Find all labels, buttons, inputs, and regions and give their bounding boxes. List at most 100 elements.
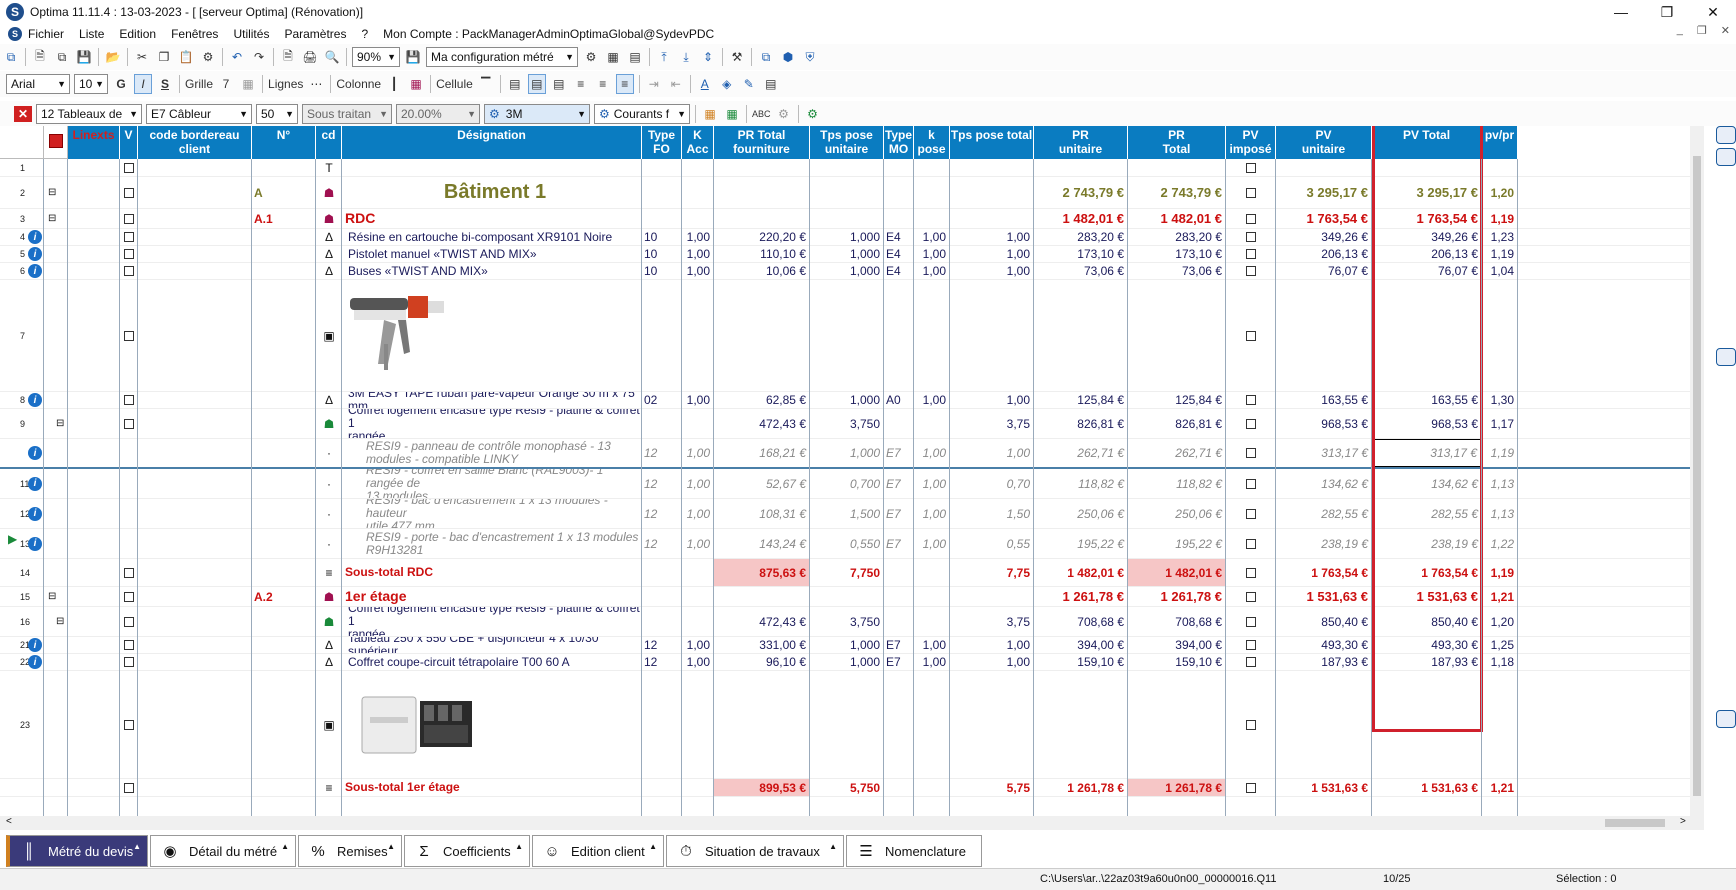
pv-impose-checkbox[interactable] [1226, 409, 1276, 438]
calculator-icon[interactable]: ▦ [723, 104, 741, 124]
gear-disabled-icon[interactable]: ⚙ [775, 104, 793, 124]
menu-fenetres[interactable]: Fenêtres [171, 27, 218, 41]
info-icon[interactable]: i [28, 439, 44, 467]
pv-impose-checkbox[interactable] [1226, 280, 1276, 391]
pv-impose-checkbox[interactable] [1226, 209, 1276, 228]
horizontal-scroll-thumb[interactable] [1605, 819, 1665, 827]
row-checkbox[interactable] [120, 779, 138, 796]
pv-impose-checkbox[interactable] [1226, 159, 1276, 176]
tab-coefficients[interactable]: Σ Coefficients ▲ [404, 835, 530, 867]
pv-impose-checkbox[interactable] [1226, 529, 1276, 558]
pv-impose-checkbox[interactable] [1226, 246, 1276, 262]
mdi-minimize-icon[interactable]: _ [1677, 24, 1683, 37]
pv-impose-checkbox[interactable] [1226, 392, 1276, 408]
header-pr-unitaire[interactable]: PR unitaire [1034, 126, 1128, 159]
save-config-icon[interactable]: 💾 [404, 47, 422, 67]
header-type-mo[interactable]: Type MO [884, 126, 914, 159]
vertical-scroll-thumb[interactable] [1693, 156, 1701, 796]
info-icon[interactable]: i [28, 637, 44, 653]
panel-note-icon[interactable] [1716, 148, 1736, 166]
pv-impose-checkbox[interactable] [1226, 469, 1276, 498]
font-select[interactable]: Arial ▼ [6, 74, 70, 94]
header-type-fo[interactable]: Type FO [642, 126, 682, 159]
metre-grid[interactable]: Linexts V code bordereau client N° cd Dé… [0, 126, 1690, 816]
pv-impose-checkbox[interactable] [1226, 499, 1276, 528]
collapse-icon[interactable]: ⊟ [48, 177, 60, 208]
open-folder-icon[interactable]: 📂 [104, 47, 122, 67]
header-v[interactable]: V [120, 126, 138, 159]
header-pr-total[interactable]: PR Total [1128, 126, 1226, 159]
header-k-acc[interactable]: K Acc [682, 126, 714, 159]
tab-m-tr-du-devis[interactable]: ║ Métré du devis ▲ [6, 835, 148, 867]
row-checkbox[interactable] [120, 209, 138, 228]
copy-doc-icon[interactable]: ⧉ [53, 47, 71, 67]
header-numero[interactable]: N° [252, 126, 316, 159]
font-color-icon[interactable]: A [696, 74, 714, 94]
row-checkbox[interactable] [120, 280, 138, 391]
pv-impose-checkbox[interactable] [1226, 671, 1276, 778]
pv-impose-checkbox[interactable] [1226, 779, 1276, 796]
filter-mo-select[interactable]: E7 Câbleur ▼ [146, 103, 252, 124]
print-icon[interactable]: 🖨 [301, 47, 319, 67]
shield-icon[interactable]: ⛨ [801, 47, 819, 67]
spellcheck-icon[interactable]: ABC [752, 104, 771, 124]
row-checkbox[interactable] [120, 229, 138, 245]
color-grid-icon[interactable]: ▦ [701, 104, 719, 124]
row-checkbox[interactable] [120, 159, 138, 176]
pv-impose-checkbox[interactable] [1226, 637, 1276, 653]
cut-icon[interactable]: ✂ [133, 47, 151, 67]
horizontal-scrollbar[interactable]: < > [0, 816, 1704, 830]
menu-parametres[interactable]: Paramètres [284, 27, 346, 41]
undo-icon[interactable]: ↶ [228, 47, 246, 67]
row-checkbox[interactable] [120, 246, 138, 262]
row-checkbox[interactable] [120, 607, 138, 636]
config-select[interactable]: Ma configuration métré ▼ [426, 47, 578, 67]
scroll-right-icon[interactable]: > [1680, 816, 1686, 827]
align-right-icon[interactable]: ≡ [615, 74, 634, 94]
row-checkbox[interactable] [120, 439, 138, 467]
header-pr-total-fourniture[interactable]: PR Total fourniture [714, 126, 810, 159]
table-row[interactable]: ≡ Sous-total 1er étage 899,53 € 5,750 5,75 1 … [0, 779, 1690, 797]
grid-value[interactable]: 7 [217, 74, 235, 94]
collapse-icon[interactable]: ⊟ [48, 209, 60, 228]
filter-soustraitant-select[interactable]: Sous traitan ▼ [302, 103, 392, 124]
row-checkbox[interactable] [120, 654, 138, 670]
grid-icon[interactable]: ▦ [239, 74, 257, 94]
header-k-pose[interactable]: k pose [914, 126, 950, 159]
underline-button[interactable]: S [156, 74, 174, 94]
new-doc-icon[interactable]: 🗎 [31, 47, 49, 67]
tab-menu-icon[interactable]: ▲ [387, 842, 395, 851]
tab-menu-icon[interactable]: ▲ [649, 842, 657, 851]
row-checkbox[interactable] [120, 559, 138, 586]
lines-style-icon[interactable]: ⋯ [307, 74, 325, 94]
menu-liste[interactable]: Liste [79, 27, 104, 41]
header-pv-unitaire[interactable]: PV unitaire [1276, 126, 1372, 159]
menu-help[interactable]: ? [361, 27, 368, 41]
bold-button[interactable]: G [112, 74, 130, 94]
info-icon[interactable]: i [28, 529, 44, 558]
duplicate-icon[interactable]: ⧉ [757, 47, 775, 67]
clear-filter-icon[interactable]: ✕ [14, 105, 32, 122]
tab-nomenclature[interactable]: ☰ Nomenclature [846, 835, 982, 867]
column-left-icon[interactable]: ┃ [385, 74, 403, 94]
tab-menu-icon[interactable]: ▲ [133, 842, 141, 851]
zoom-select[interactable]: 90% ▼ [352, 47, 400, 67]
paste-icon[interactable]: 📋 [177, 47, 195, 67]
align-center-icon[interactable]: ≡ [594, 74, 612, 94]
info-icon[interactable]: i [28, 469, 44, 498]
info-icon[interactable]: i [28, 392, 44, 408]
move-updown-icon[interactable]: ⇕ [699, 47, 717, 67]
tab-d-tail-du-m-tr-[interactable]: ◉ Détail du métré ▲ [150, 835, 296, 867]
outdent-icon[interactable]: ⇤ [667, 74, 685, 94]
style-icon[interactable]: ▤ [762, 74, 780, 94]
filter-supplier-select[interactable]: ⚙ 3M ▼ [484, 103, 590, 124]
menu-utilites[interactable]: Utilités [233, 27, 269, 41]
italic-button[interactable]: I [134, 74, 152, 94]
mdi-restore-icon[interactable]: ❐ [1697, 24, 1707, 37]
columns-icon[interactable]: ▦ [604, 47, 622, 67]
row-checkbox[interactable] [120, 637, 138, 653]
row-checkbox[interactable] [120, 392, 138, 408]
filter-qty-select[interactable]: 50 ▼ [256, 103, 298, 124]
header-code[interactable]: code bordereau client [138, 126, 252, 159]
redo-icon[interactable]: ↷ [250, 47, 268, 67]
